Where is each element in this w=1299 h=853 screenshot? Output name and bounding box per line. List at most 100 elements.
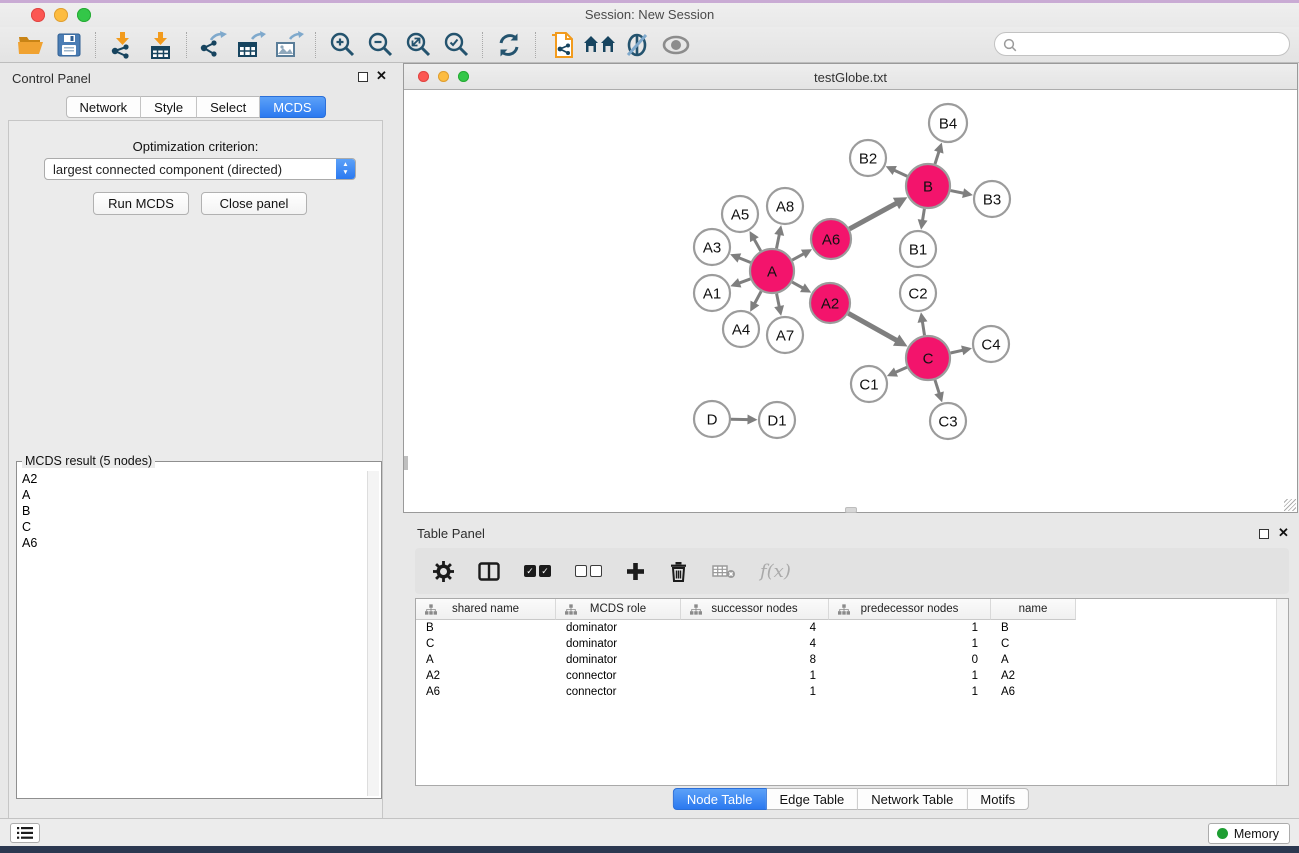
- table-tab-network-table[interactable]: Network Table: [858, 788, 967, 810]
- export-network-button[interactable]: [194, 29, 232, 61]
- zoom-selected-button[interactable]: [437, 29, 475, 61]
- graph-edge-A-A2[interactable]: [792, 282, 811, 293]
- unselect-all-columns-button[interactable]: [575, 565, 602, 577]
- graph-node-A3[interactable]: A3: [694, 229, 730, 265]
- table-cell[interactable]: 4: [681, 638, 829, 650]
- task-history-button[interactable]: [10, 823, 40, 843]
- export-image-button[interactable]: [270, 29, 308, 61]
- table-row[interactable]: Cdominator41C: [416, 636, 1288, 652]
- table-cell[interactable]: A6: [416, 686, 556, 698]
- table-tab-motifs[interactable]: Motifs: [967, 788, 1029, 810]
- table-settings-button[interactable]: [433, 561, 454, 582]
- graph-node-D[interactable]: D: [694, 401, 730, 437]
- mcds-result-item[interactable]: B: [19, 503, 365, 519]
- float-panel-icon[interactable]: [358, 72, 368, 82]
- table-cell[interactable]: dominator: [556, 638, 681, 650]
- table-cell[interactable]: 4: [681, 622, 829, 634]
- import-table-button[interactable]: [141, 29, 179, 61]
- graph-node-D1[interactable]: D1: [759, 402, 795, 438]
- open-session-button[interactable]: [12, 29, 50, 61]
- float-table-panel-icon[interactable]: [1259, 529, 1269, 539]
- tab-mcds[interactable]: MCDS: [260, 96, 325, 118]
- column-header-successor-nodes[interactable]: successor nodes: [681, 599, 829, 620]
- table-cell[interactable]: connector: [556, 670, 681, 682]
- graph-node-B4[interactable]: B4: [929, 104, 967, 142]
- network-graph[interactable]: AA1A2A3A4A5A6A7A8BB1B2B3B4CC1C2C3C4DD1: [404, 91, 1297, 512]
- close-panel-icon[interactable]: ✕: [376, 69, 387, 83]
- create-column-button[interactable]: [626, 562, 645, 581]
- table-cell[interactable]: 1: [829, 686, 991, 698]
- canvas-vscroll-thumb[interactable]: [404, 456, 408, 470]
- table-cell[interactable]: 8: [681, 654, 829, 666]
- graph-node-B2[interactable]: B2: [850, 140, 886, 176]
- graph-edge-A-A5[interactable]: [750, 231, 761, 251]
- graph-edge-A-A3[interactable]: [730, 253, 751, 262]
- function-builder-label[interactable]: f(x): [760, 561, 791, 582]
- zoom-out-button[interactable]: [361, 29, 399, 61]
- graph-edge-B-B1[interactable]: [918, 209, 928, 230]
- table-tab-edge-table[interactable]: Edge Table: [766, 788, 858, 810]
- table-cell[interactable]: A2: [991, 670, 1076, 682]
- table-row[interactable]: Bdominator41B: [416, 620, 1288, 636]
- zoom-fit-button[interactable]: [399, 29, 437, 61]
- graph-edge-C-C3[interactable]: [934, 380, 944, 402]
- graph-edge-C-C2[interactable]: [918, 312, 928, 335]
- memory-button[interactable]: Memory: [1208, 823, 1290, 844]
- graph-node-C1[interactable]: C1: [851, 366, 887, 402]
- import-network-button[interactable]: [103, 29, 141, 61]
- graph-node-A5[interactable]: A5: [722, 196, 758, 232]
- table-row[interactable]: Adominator80A: [416, 652, 1288, 668]
- table-cell[interactable]: A: [991, 654, 1076, 666]
- mcds-result-item[interactable]: A2: [19, 471, 365, 487]
- table-cell[interactable]: B: [991, 622, 1076, 634]
- graph-edge-A-A7[interactable]: [774, 294, 784, 316]
- graph-node-C2[interactable]: C2: [900, 275, 936, 311]
- graph-edge-B-B4[interactable]: [934, 143, 944, 165]
- search-input[interactable]: [1021, 34, 1281, 54]
- save-session-button[interactable]: [50, 29, 88, 61]
- table-cell[interactable]: dominator: [556, 654, 681, 666]
- table-cell[interactable]: 1: [681, 686, 829, 698]
- table-scrollbar[interactable]: [1276, 599, 1288, 785]
- graph-node-B3[interactable]: B3: [974, 181, 1010, 217]
- table-cell[interactable]: 1: [829, 622, 991, 634]
- graph-node-A8[interactable]: A8: [767, 188, 803, 224]
- network-canvas[interactable]: AA1A2A3A4A5A6A7A8BB1B2B3B4CC1C2C3C4DD1: [404, 91, 1297, 512]
- graph-node-A6[interactable]: A6: [811, 219, 851, 259]
- show-hide-panels-button[interactable]: [581, 29, 619, 61]
- graph-node-A2[interactable]: A2: [810, 283, 850, 323]
- graph-edge-A-A8[interactable]: [774, 225, 784, 248]
- graph-node-A4[interactable]: A4: [723, 311, 759, 347]
- graph-node-C[interactable]: C: [906, 336, 950, 380]
- table-cell[interactable]: C: [991, 638, 1076, 650]
- mcds-result-item[interactable]: C: [19, 519, 365, 535]
- zoom-in-button[interactable]: [323, 29, 361, 61]
- table-cell[interactable]: B: [416, 622, 556, 634]
- new-network-from-selection-button[interactable]: [543, 29, 581, 61]
- graph-node-C3[interactable]: C3: [930, 403, 966, 439]
- table-cell[interactable]: A2: [416, 670, 556, 682]
- graph-edge-D-D1[interactable]: [731, 415, 758, 425]
- titlebar[interactable]: Session: New Session: [0, 3, 1299, 27]
- column-header-predecessor-nodes[interactable]: predecessor nodes: [829, 599, 991, 620]
- table-tab-node-table[interactable]: Node Table: [673, 788, 767, 810]
- resize-grip-icon[interactable]: [1284, 499, 1296, 511]
- table-cell[interactable]: A: [416, 654, 556, 666]
- mcds-result-item[interactable]: A: [19, 487, 365, 503]
- table-cell[interactable]: A6: [991, 686, 1076, 698]
- table-cell[interactable]: 1: [681, 670, 829, 682]
- table-cell[interactable]: C: [416, 638, 556, 650]
- column-header-name[interactable]: name: [991, 599, 1076, 620]
- tab-style[interactable]: Style: [141, 96, 197, 118]
- table-row[interactable]: A6connector11A6: [416, 684, 1288, 700]
- graph-edge-A2-C[interactable]: [848, 313, 907, 346]
- graph-node-A1[interactable]: A1: [694, 275, 730, 311]
- mcds-result-item[interactable]: A6: [19, 535, 365, 551]
- graph-edge-A-A4[interactable]: [750, 291, 761, 312]
- select-all-columns-button[interactable]: ✓✓: [524, 565, 551, 577]
- run-mcds-button[interactable]: Run MCDS: [93, 192, 189, 215]
- table-cell[interactable]: 0: [829, 654, 991, 666]
- export-table-button[interactable]: [232, 29, 270, 61]
- graph-edge-A6-B[interactable]: [849, 197, 907, 229]
- column-header-mcds-role[interactable]: MCDS role: [556, 599, 681, 620]
